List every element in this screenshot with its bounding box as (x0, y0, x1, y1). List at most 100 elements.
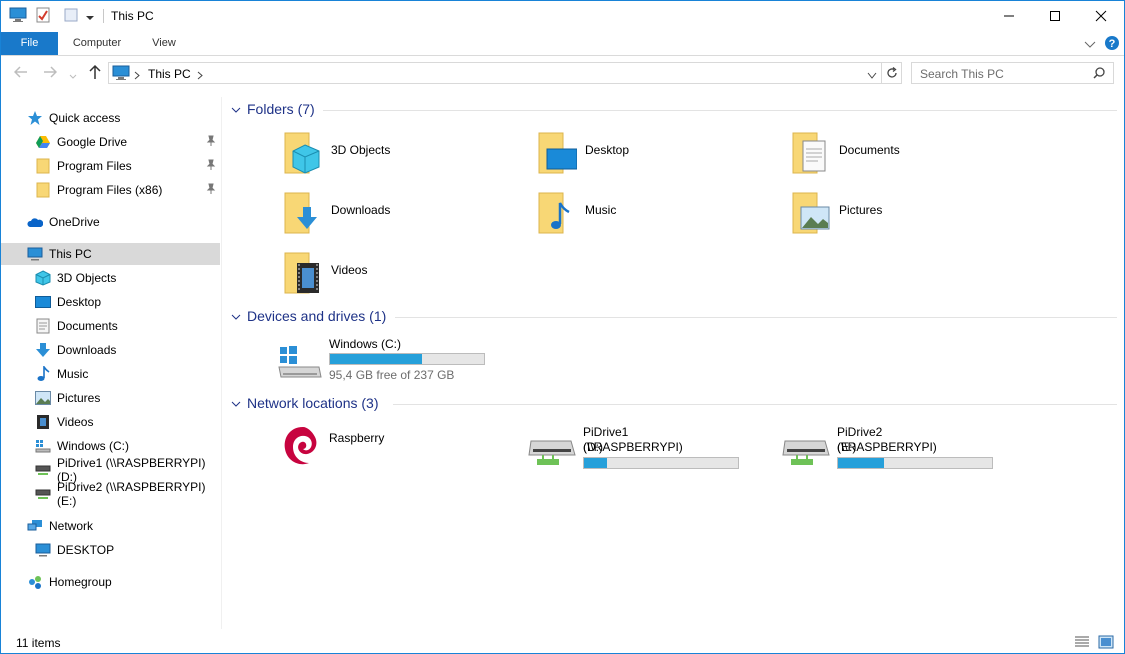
details-view-icon[interactable] (1074, 635, 1090, 652)
sidebar-item-this-pc[interactable]: This PC (1, 243, 220, 265)
network-drive-icon (35, 462, 51, 478)
sidebar-item-downloads[interactable]: Downloads (1, 339, 220, 361)
network-tile-pidrive1[interactable]: PiDrive1 (\\RASPBERRYPI) (D:) (479, 423, 739, 473)
new-folder-icon[interactable] (63, 7, 79, 26)
folder-tile-music[interactable]: Music (479, 189, 719, 245)
address-row: This PC Search This PC (1, 57, 1124, 89)
forward-arrow-icon[interactable] (43, 66, 58, 81)
recent-locations-chevron-icon[interactable] (69, 69, 77, 83)
group-network-header[interactable]: Network locations (3) (231, 393, 379, 413)
status-bar: 11 items (1, 631, 1124, 653)
sidebar-item-pictures[interactable]: Pictures (1, 387, 220, 409)
search-input[interactable]: Search This PC (911, 62, 1114, 84)
up-arrow-icon[interactable] (88, 64, 102, 83)
back-arrow-icon[interactable] (13, 66, 28, 81)
sidebar-item-windows-c[interactable]: Windows (C:) (1, 435, 220, 457)
folder-icon (35, 158, 51, 174)
properties-icon[interactable] (35, 7, 51, 26)
folder-tile-desktop[interactable]: Desktop (479, 129, 719, 185)
sidebar-item-desktop[interactable]: Desktop (1, 291, 220, 313)
sidebar-item-pidrive2[interactable]: PiDrive2 (\\RASPBERRYPI) (E:) (1, 480, 220, 508)
drive-tile-windows-c[interactable]: Windows (C:) 95,4 GB free of 237 GB (225, 337, 485, 384)
sidebar-item-program-files[interactable]: Program Files (1, 155, 220, 177)
sidebar-item-onedrive[interactable]: OneDrive (1, 211, 220, 233)
maximize-button[interactable] (1032, 1, 1078, 31)
drive-usage-bar (837, 457, 993, 469)
help-icon[interactable]: ? (1104, 35, 1120, 54)
breadcrumb-this-pc[interactable]: This PC (148, 67, 191, 81)
tab-view[interactable]: View (139, 32, 189, 55)
title-bar: This PC (1, 1, 1124, 31)
close-button[interactable] (1078, 1, 1124, 31)
pin-icon[interactable] (206, 135, 216, 150)
item-count: 11 items (16, 636, 61, 650)
this-pc-icon (9, 7, 27, 26)
sidebar-item-label: PiDrive2 (\\RASPBERRYPI) (E:) (57, 480, 206, 508)
sidebar-item-program-files-x86[interactable]: Program Files (x86) (1, 179, 220, 201)
folder-tile-videos[interactable]: Videos (225, 249, 465, 305)
search-icon[interactable] (1093, 67, 1105, 82)
folder-label: Videos (331, 263, 368, 277)
group-divider (395, 317, 1117, 318)
drive-name: Windows (C:) (329, 337, 402, 351)
sidebar-item-documents[interactable]: Documents (1, 315, 220, 337)
star-icon (27, 110, 43, 126)
sidebar-item-music[interactable]: Music (1, 363, 220, 385)
music-folder-icon (537, 189, 577, 240)
network-location-name: PiDrive2 (\\RASPBERRYPI) (837, 425, 937, 454)
pin-icon[interactable] (206, 159, 216, 174)
folder-label: Documents (839, 143, 900, 157)
expand-ribbon-chevron-icon[interactable] (1084, 38, 1096, 52)
collapse-chevron-icon[interactable] (231, 395, 241, 411)
tab-file[interactable]: File (1, 32, 58, 55)
videos-folder-icon (283, 249, 323, 300)
folder-icon (35, 182, 51, 198)
network-tile-pidrive2[interactable]: PiDrive2 (\\RASPBERRYPI) (E:) (733, 423, 993, 473)
sidebar-item-homegroup[interactable]: Homegroup (1, 571, 220, 593)
pin-icon[interactable] (206, 183, 216, 198)
sidebar-item-label: Quick access (49, 111, 121, 125)
windows-drive-icon (277, 345, 323, 384)
minimize-button[interactable] (986, 1, 1032, 31)
breadcrumb-chevron-icon[interactable] (197, 69, 203, 83)
group-devices-header[interactable]: Devices and drives (1) (231, 306, 386, 326)
sidebar-item-quick-access[interactable]: Quick access (1, 107, 220, 129)
folder-tile-pictures[interactable]: Pictures (733, 189, 973, 245)
cube-icon (35, 270, 51, 286)
sidebar-item-label: Program Files (x86) (57, 183, 163, 197)
sidebar-item-videos[interactable]: Videos (1, 411, 220, 433)
tab-computer[interactable]: Computer (61, 32, 133, 55)
sidebar-item-label: This PC (49, 247, 92, 261)
pictures-folder-icon (791, 189, 831, 240)
folder-tile-3d-objects[interactable]: 3D Objects (225, 129, 465, 185)
title-separator (103, 9, 104, 23)
breadcrumb-chevron-icon[interactable] (134, 69, 140, 83)
sidebar-item-3d-objects[interactable]: 3D Objects (1, 267, 220, 289)
group-title: Folders (7) (247, 101, 315, 117)
collapse-chevron-icon[interactable] (231, 308, 241, 324)
network-tile-raspberry[interactable]: Raspberry (225, 423, 465, 473)
pictures-icon (35, 390, 51, 406)
customize-toolbar-chevron-icon[interactable] (85, 11, 95, 25)
sidebar-item-network[interactable]: Network (1, 515, 220, 537)
sidebar-item-desktop-computer[interactable]: DESKTOP (1, 539, 220, 561)
folder-tile-downloads[interactable]: Downloads (225, 189, 465, 245)
network-location-name: PiDrive1 (\\RASPBERRYPI) (583, 425, 683, 454)
film-strip-icon (35, 414, 51, 430)
search-placeholder: Search This PC (920, 67, 1004, 81)
large-icons-view-icon[interactable] (1098, 635, 1114, 652)
group-folders-header[interactable]: Folders (7) (231, 99, 315, 119)
folder-tile-documents[interactable]: Documents (733, 129, 973, 185)
refresh-button[interactable] (882, 62, 902, 84)
sidebar-item-label: Desktop (57, 295, 102, 309)
address-dropdown-icon[interactable] (867, 69, 877, 83)
sidebar-item-google-drive[interactable]: Google Drive (1, 131, 220, 153)
desktop-folder-icon (537, 129, 578, 180)
group-title: Devices and drives (1) (247, 308, 387, 324)
this-pc-icon (27, 246, 43, 262)
sidebar-item-label: Downloads (57, 343, 117, 357)
sidebar-item-label: Music (57, 367, 89, 381)
collapse-chevron-icon[interactable] (231, 101, 241, 117)
sidebar-item-pidrive1[interactable]: PiDrive1 (\\RASPBERRYPI) (D:) (1, 456, 220, 484)
address-bar[interactable]: This PC (108, 62, 882, 84)
